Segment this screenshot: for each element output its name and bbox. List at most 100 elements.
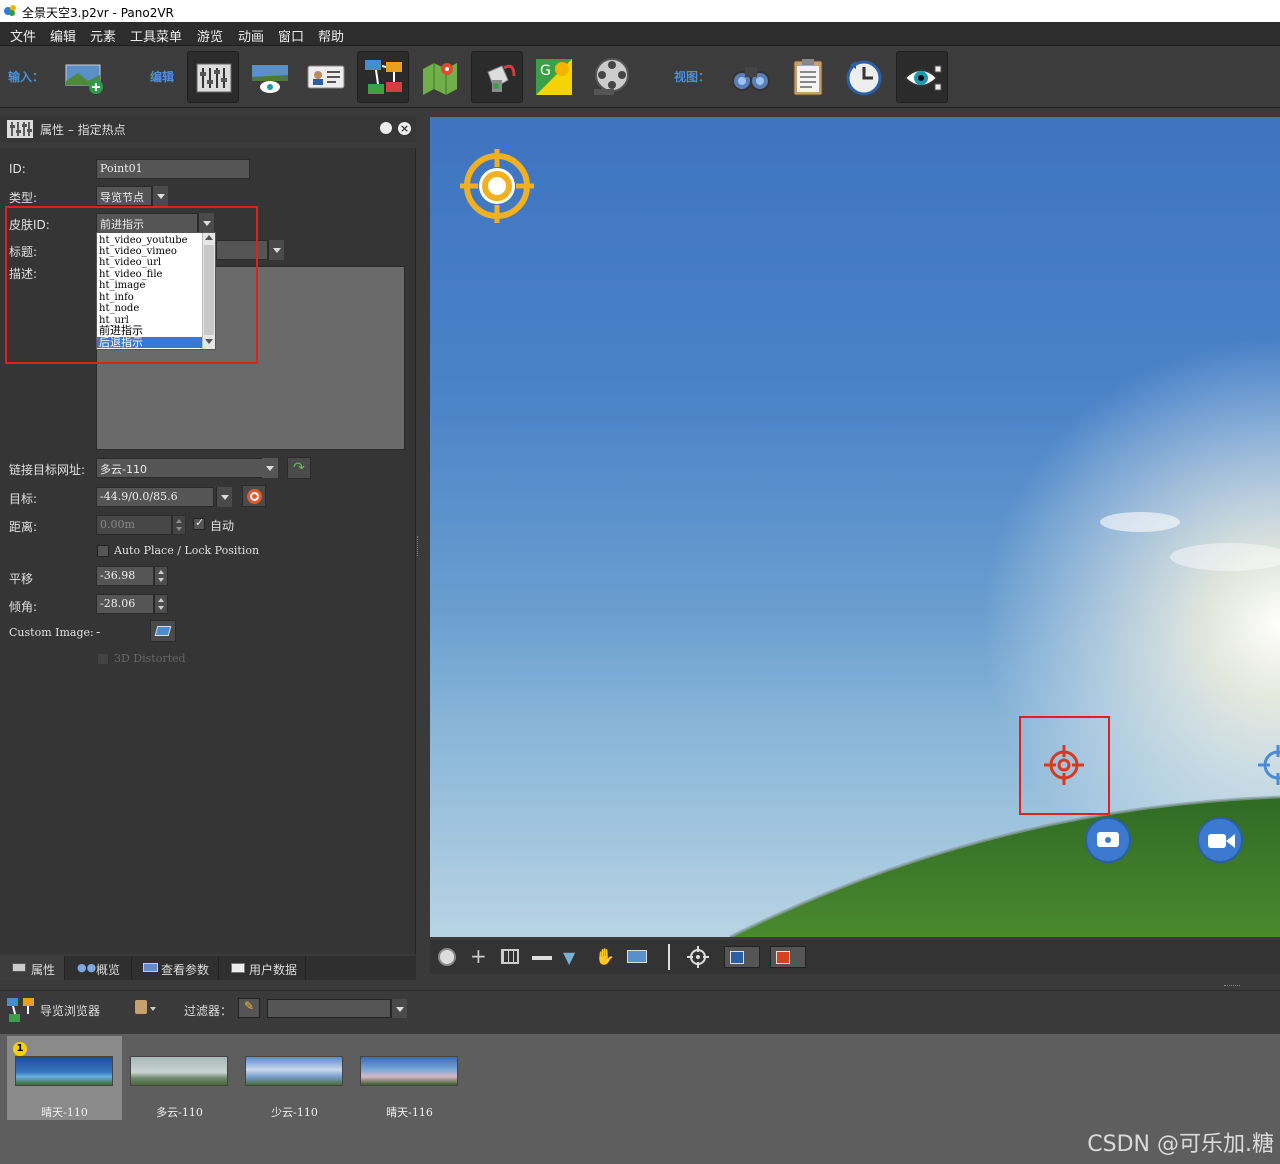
thumbnail-caption: 少云-110 <box>271 1106 318 1119</box>
thumbnail-image <box>360 1056 458 1086</box>
tab-overview[interactable]: ●● 概览 <box>66 956 132 980</box>
float-panel-icon[interactable] <box>380 122 392 134</box>
custom-image-value: - <box>96 625 101 639</box>
viewing-parameters-button[interactable] <box>244 51 296 103</box>
type-select[interactable]: 导览节点 <box>96 186 152 206</box>
compass-icon[interactable] <box>438 948 456 966</box>
skin-editor-button[interactable] <box>471 51 523 103</box>
menu-file[interactable]: 文件 <box>10 26 36 45</box>
view-label: 视图： <box>674 70 711 84</box>
auto-checkbox[interactable] <box>193 516 205 530</box>
menu-tour[interactable]: 游览 <box>197 26 223 45</box>
camera-icon[interactable] <box>1085 817 1131 863</box>
chevron-down-icon[interactable] <box>152 186 168 206</box>
viewer-toolbar: + ▼ ✋ <box>430 940 1280 974</box>
target-icon[interactable] <box>687 946 709 968</box>
sort-icon[interactable] <box>135 1000 147 1014</box>
chevron-down-icon[interactable] <box>262 458 278 478</box>
pick-target-button[interactable] <box>242 485 266 507</box>
browse-image-button[interactable] <box>150 620 176 642</box>
distance-spinner[interactable] <box>172 515 186 535</box>
watermark: CSDN @可乐加.糖 <box>1087 1132 1274 1157</box>
tour-nodes-icon <box>7 998 34 1022</box>
auto-place-checkbox[interactable] <box>97 545 109 557</box>
eye-icon <box>903 65 942 91</box>
add-input-button[interactable] <box>58 51 110 103</box>
chevron-down-icon[interactable] <box>268 240 284 260</box>
history-button[interactable] <box>838 51 890 103</box>
filter-tag-icon[interactable]: ✎ <box>238 998 260 1018</box>
menu-elements[interactable]: 元素 <box>90 26 116 45</box>
distance-field[interactable]: 0.00m <box>96 515 172 535</box>
id-field[interactable]: Point01 <box>96 159 250 179</box>
filter-label: 过滤器： <box>184 1004 233 1018</box>
clipboard-icon <box>793 59 823 96</box>
crosshair-plus-icon[interactable]: + <box>470 944 487 968</box>
panel-title: 属性 – 指定热点 <box>40 123 126 137</box>
menu-tools[interactable]: 工具菜单 <box>130 26 182 45</box>
chevron-down-icon[interactable] <box>391 999 407 1018</box>
panorama-node-thumbnail[interactable]: 少云-110 <box>237 1036 352 1120</box>
panorama-eye-icon <box>252 65 288 93</box>
google-street-view-button[interactable]: G <box>528 51 580 103</box>
tour-browser-button[interactable] <box>357 51 409 103</box>
properties-panel-header: 属性 – 指定热点 × <box>0 116 416 142</box>
menu-animation[interactable]: 动画 <box>238 26 264 45</box>
target-field[interactable]: -44.9/0.0/85.6 <box>96 487 214 507</box>
chevron-down-icon[interactable] <box>150 1007 156 1011</box>
highlight-box <box>5 206 258 364</box>
splitter-handle[interactable] <box>417 536 420 556</box>
hotspot-blue-target-icon[interactable] <box>1256 743 1280 787</box>
ruler-icon[interactable] <box>532 956 552 960</box>
pan-spinner[interactable] <box>154 566 168 586</box>
tab-view-parameters[interactable]: 查看参数 <box>133 956 219 980</box>
eye-cone-icon[interactable]: ▼ <box>563 948 575 967</box>
edit-label: 编辑 <box>150 70 175 84</box>
overview-button[interactable] <box>725 51 777 103</box>
color-picker-red[interactable] <box>770 946 806 968</box>
hand-icon[interactable]: ✋ <box>595 947 615 966</box>
menu-window[interactable]: 窗口 <box>278 26 304 45</box>
panorama-node-thumbnail[interactable]: 晴天-116 <box>352 1036 467 1120</box>
preview-button[interactable] <box>896 51 948 103</box>
filter-select[interactable] <box>267 999 391 1018</box>
grid-icon[interactable] <box>501 949 519 964</box>
tilt-label: 倾角: <box>9 600 38 614</box>
menu-help[interactable]: 帮助 <box>318 26 344 45</box>
tab-user-data[interactable]: 用户数据 <box>220 956 306 980</box>
thumbnail-caption: 晴天-116 <box>386 1106 433 1119</box>
tilt-spinner[interactable] <box>154 594 168 614</box>
notes-button[interactable] <box>782 51 834 103</box>
tilt-field[interactable]: -28.06 <box>96 594 154 614</box>
id-card-icon <box>307 65 345 89</box>
chevron-down-icon[interactable] <box>216 487 232 507</box>
panorama-viewer[interactable] <box>430 117 1280 937</box>
properties-button[interactable] <box>187 51 239 103</box>
panel-tabs: 属性 ●● 概览 查看参数 用户数据 <box>0 956 416 980</box>
animation-button[interactable] <box>586 51 638 103</box>
highlight-box <box>1019 716 1110 815</box>
svg-text:G: G <box>540 63 551 79</box>
user-data-button[interactable] <box>300 51 352 103</box>
go-to-link-icon[interactable]: ↷ <box>287 457 311 479</box>
map-button[interactable] <box>414 51 466 103</box>
tab-properties[interactable]: 属性 <box>0 956 65 980</box>
panorama-icon[interactable] <box>627 950 647 963</box>
divider <box>668 944 670 970</box>
video-camera-icon[interactable] <box>1197 817 1243 863</box>
splitter-handle[interactable] <box>1224 985 1240 986</box>
menu-edit[interactable]: 编辑 <box>50 26 76 45</box>
link-target-select[interactable]: 多云-110 <box>96 458 264 478</box>
main-toolbar: 输入： 编辑 G 视图： <box>0 46 1280 108</box>
panorama-node-thumbnail[interactable]: 1 晴天-110 <box>7 1036 122 1120</box>
panorama-node-thumbnail[interactable]: 多云-110 <box>122 1036 237 1120</box>
pan-field[interactable]: -36.98 <box>96 566 154 586</box>
auto-label: 自动 <box>210 519 235 533</box>
hotspot-target-icon[interactable] <box>458 147 536 225</box>
distorted-checkbox <box>97 653 109 665</box>
auto-place-label: Auto Place / Lock Position <box>114 544 260 557</box>
title-bar: 全景天空3.p2vr - Pano2VR <box>0 0 1280 22</box>
close-icon[interactable]: × <box>398 122 411 135</box>
color-picker-blue[interactable] <box>724 946 760 968</box>
thumbnail-image <box>130 1056 228 1086</box>
